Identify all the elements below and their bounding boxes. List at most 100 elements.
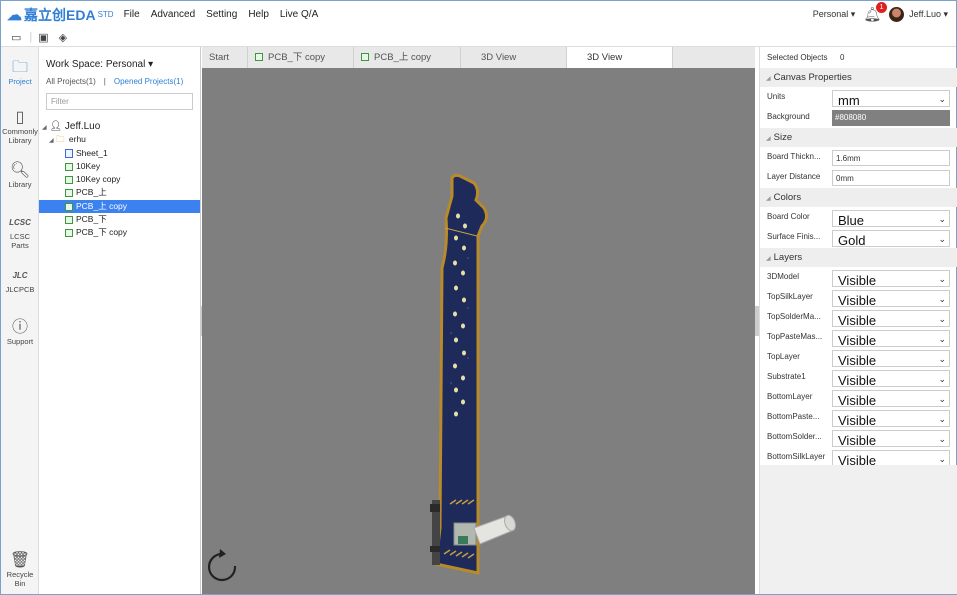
board-color-select[interactable]: Blue ⌄	[832, 210, 950, 227]
size-section[interactable]: ◢ Size	[760, 128, 957, 147]
properties-empty-area	[760, 465, 957, 594]
tree-item-selected[interactable]: PCB_上 copy	[39, 199, 200, 214]
layers-icon[interactable]: ◈	[59, 31, 67, 44]
chevron-down-icon: ⌄	[938, 314, 946, 324]
notification-bell-icon[interactable]: 🔔︎ 1	[863, 2, 888, 23]
background-color-field[interactable]: #808080	[832, 110, 950, 126]
selected-objects-label: Selected Objects	[767, 53, 828, 62]
surface-finish-label: Surface Finis...	[767, 232, 821, 241]
project-tree: ◢ 👤︎ Jeff.Luo ◢ 🗀︎ erhu Sheet_1 10Key 10…	[39, 120, 200, 240]
layer-visibility-value: Visible	[838, 333, 877, 347]
layer-visibility-select[interactable]: Visible ⌄	[832, 350, 950, 367]
search-icon: 🔍︎	[9, 162, 31, 179]
units-select[interactable]: mm ⌄	[832, 90, 950, 107]
layer-visibility-select[interactable]: Visible ⌄	[832, 390, 950, 407]
pcb-3d-render	[207, 173, 516, 582]
tree-item-label: PCB_下 copy	[76, 227, 128, 238]
tree-item-label: 10Key	[76, 160, 101, 171]
nav-commonly-library[interactable]: ▯ Commonly Library	[1, 109, 39, 145]
tree-item-label: PCB_上 copy	[76, 200, 128, 211]
nav-common-label-1: Commonly	[2, 127, 38, 136]
user-menu[interactable]: Jeff.Luo ▾	[909, 9, 948, 20]
tree-item[interactable]: 10Key copy	[39, 173, 200, 186]
section-title: Size	[773, 132, 793, 143]
tree-item[interactable]: Sheet_1	[39, 147, 200, 160]
tree-project-node[interactable]: ◢ 🗀︎ erhu	[39, 133, 200, 146]
nav-project[interactable]: 🗀︎ Project	[1, 59, 39, 86]
canvas-properties-section[interactable]: ◢ Canvas Properties	[760, 68, 957, 87]
tree-item[interactable]: PCB_下	[39, 213, 200, 226]
collapse-triangle-icon: ◢	[766, 196, 771, 202]
layers-section[interactable]: ◢ Layers	[760, 248, 957, 267]
layer-distance-input[interactable]: 0mm	[832, 170, 950, 186]
chevron-down-icon: ⌄	[938, 294, 946, 304]
menu-advanced[interactable]: Advanced	[151, 9, 195, 20]
collapse-triangle-icon: ◢	[766, 76, 771, 82]
menu-file[interactable]: File	[124, 9, 140, 20]
surface-finish-value: Gold	[838, 233, 866, 247]
selected-objects-value: 0	[840, 53, 845, 62]
tree-item[interactable]: PCB_上	[39, 186, 200, 199]
tree-item[interactable]: 10Key	[39, 160, 200, 173]
3d-viewport[interactable]	[202, 68, 755, 594]
tree-item-label: PCB_上	[76, 187, 107, 198]
layer-visibility-value: Visible	[838, 413, 877, 427]
workspace-selector[interactable]: Work Space: Personal ▾	[46, 59, 153, 70]
layer-visibility-value: Visible	[838, 313, 877, 327]
chevron-down-icon: ⌄	[938, 354, 946, 364]
opened-projects-tab[interactable]: Opened Projects(1)	[114, 77, 183, 86]
tree-user-node[interactable]: ◢ 👤︎ Jeff.Luo	[39, 120, 200, 133]
layer-visibility-select[interactable]: Visible ⌄	[832, 330, 950, 347]
board-color-label: Board Color	[767, 212, 810, 221]
layer-label: TopSilkLayer	[767, 292, 813, 301]
tab-pcb-upper-copy[interactable]: PCB_上 copy	[354, 47, 461, 68]
layer-label: BottomLayer	[767, 392, 813, 401]
left-nav: 🗀︎ Project ▯ Commonly Library 🔍︎ Library…	[1, 47, 39, 594]
rotate-view-icon[interactable]	[207, 549, 237, 582]
layer-visibility-select[interactable]: Visible ⌄	[832, 370, 950, 387]
surface-finish-select[interactable]: Gold ⌄	[832, 230, 950, 247]
avatar[interactable]	[889, 7, 905, 22]
pcb-icon	[65, 162, 73, 171]
menu-setting[interactable]: Setting	[206, 9, 237, 20]
main-menu: File Advanced Setting Help Live Q/A	[124, 9, 330, 20]
tab-pcb-lower-copy[interactable]: PCB_下 copy	[248, 47, 354, 68]
board-thickness-input[interactable]: 1.6mm	[832, 150, 950, 166]
layer-label: Substrate1	[767, 372, 806, 381]
tree-item[interactable]: PCB_下 copy	[39, 226, 200, 239]
workspace-switcher[interactable]: Personal ▾	[813, 9, 856, 20]
app-logo[interactable]: ☁ 嘉立创EDA STD	[7, 5, 114, 25]
layer-visibility-select[interactable]: Visible ⌄	[832, 270, 950, 287]
tab-start[interactable]: Start	[202, 47, 248, 68]
logo-text: 嘉立创EDA	[24, 6, 96, 23]
nav-support[interactable]: ⓘ Support	[1, 319, 39, 346]
pcb-icon	[65, 202, 73, 211]
layer-visibility-select[interactable]: Visible ⌄	[832, 310, 950, 327]
filter-input[interactable]: Filter	[46, 93, 193, 110]
layer-visibility-select[interactable]: Visible ⌄	[832, 290, 950, 307]
nav-jlcpcb[interactable]: JLC JLCPCB	[1, 267, 39, 294]
image-icon[interactable]: ▣	[38, 31, 48, 44]
layer-label: BottomPaste...	[767, 412, 820, 421]
window-icon[interactable]: ▭	[11, 31, 21, 44]
nav-recycle-bin[interactable]: 🗑︎ Recycle Bin	[1, 552, 39, 588]
tab-3d-view-1[interactable]: 3D View	[461, 47, 567, 68]
secondary-toolbar: ▭ | ▣ ◈	[1, 28, 956, 47]
menu-live-qa[interactable]: Live Q/A	[280, 9, 318, 20]
chevron-down-icon: ⌄	[938, 434, 946, 444]
nav-lcsc-label-1: LCSC	[9, 232, 30, 241]
menu-help[interactable]: Help	[248, 9, 269, 20]
nav-lcsc-label-2: Parts	[11, 241, 29, 250]
nav-support-label: Support	[6, 337, 34, 346]
layer-visibility-select[interactable]: Visible ⌄	[832, 410, 950, 427]
layer-visibility-value: Visible	[838, 433, 877, 447]
all-projects-tab[interactable]: All Projects(1)	[46, 77, 96, 86]
tab-3d-view-2[interactable]: 3D View	[567, 47, 673, 68]
nav-lcsc-parts[interactable]: LCSC LCSC Parts	[1, 214, 39, 250]
colors-section[interactable]: ◢ Colors	[760, 188, 957, 207]
toolbar-divider: |	[29, 31, 33, 43]
schematic-icon	[65, 148, 73, 158]
tab-label: PCB_上 copy	[374, 52, 432, 63]
nav-library[interactable]: 🔍︎ Library	[1, 162, 39, 189]
layer-visibility-select[interactable]: Visible ⌄	[832, 430, 950, 447]
